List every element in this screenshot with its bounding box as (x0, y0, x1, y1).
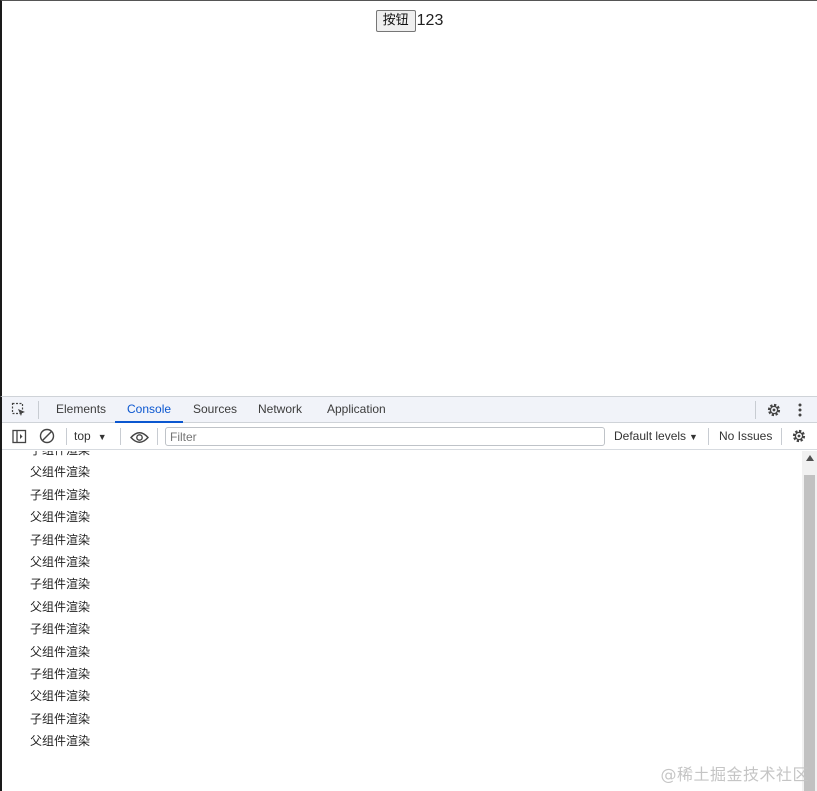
console-message: 父组件渲染 (30, 554, 91, 569)
tab-network[interactable]: Network (246, 397, 314, 423)
kebab-menu-icon[interactable] (795, 402, 805, 418)
clear-console-icon[interactable] (39, 428, 55, 444)
console-output: 子组件渲染父组件渲染子组件渲染父组件渲染子组件渲染父组件渲染子组件渲染父组件渲染… (2, 451, 817, 791)
page-content-row: 按钮 123 (2, 10, 817, 32)
console-message: 父组件渲染 (30, 689, 91, 704)
console-messages: 子组件渲染父组件渲染子组件渲染父组件渲染子组件渲染父组件渲染子组件渲染父组件渲染… (30, 451, 90, 752)
scroll-up-arrow-icon[interactable] (806, 455, 814, 461)
log-levels-label: Default levels (614, 429, 687, 443)
count-value: 123 (416, 12, 444, 29)
page-button[interactable]: 按钮 (375, 10, 416, 32)
console-message: 子组件渲染 (30, 622, 91, 637)
live-expression-eye-icon[interactable] (129, 429, 149, 445)
console-message: 父组件渲染 (30, 734, 91, 749)
tabbar-divider (38, 401, 39, 419)
gear-icon[interactable] (766, 402, 782, 418)
toolbar-divider (781, 428, 782, 445)
console-message: 父组件渲染 (30, 599, 91, 614)
sidebar-toggle-icon[interactable] (11, 428, 27, 444)
filter-input[interactable] (165, 427, 605, 446)
tab-elements[interactable]: Elements (44, 397, 118, 423)
issues-counter[interactable]: No Issues (719, 428, 772, 445)
console-message: 子组件渲染 (30, 451, 90, 461)
tab-sources[interactable]: Sources (181, 397, 249, 423)
context-selector-value: top (74, 429, 91, 443)
log-levels-dropdown[interactable]: Default levels ▼ (614, 428, 698, 446)
console-message: 子组件渲染 (30, 711, 91, 726)
console-message: 子组件渲染 (30, 577, 91, 592)
toolbar-divider (120, 428, 121, 445)
tab-application[interactable]: Application (315, 397, 398, 423)
console-message: 子组件渲染 (30, 666, 91, 681)
scrollbar-thumb[interactable] (804, 475, 815, 791)
caret-down-icon: ▼ (97, 432, 107, 442)
caret-down-icon: ▼ (689, 432, 698, 442)
toolbar-divider (157, 428, 158, 445)
tab-console[interactable]: Console (115, 397, 184, 423)
inspect-element-icon[interactable] (11, 402, 27, 418)
console-settings-gear-icon[interactable] (791, 428, 807, 444)
console-message: 父组件渲染 (30, 465, 91, 480)
console-message: 子组件渲染 (30, 532, 91, 547)
watermark: @稀土掘金技术社区 (660, 765, 809, 784)
tabbar-divider (755, 401, 756, 419)
devtools-tabbar: Elements Console Sources Network Applica… (2, 397, 817, 423)
context-selector[interactable]: top ▼ (74, 428, 107, 445)
console-message: 子组件渲染 (30, 487, 91, 502)
console-scrollbar[interactable] (802, 451, 817, 791)
devtools-panel: Elements Console Sources Network Applica… (0, 396, 817, 791)
console-message: 父组件渲染 (30, 510, 91, 525)
toolbar-divider (708, 428, 709, 445)
console-message: 父组件渲染 (30, 644, 91, 659)
page-viewport: 按钮 123 (0, 0, 817, 396)
console-toolbar: top▼ Default levels▼ No Issues (2, 423, 817, 450)
toolbar-divider (66, 428, 67, 445)
